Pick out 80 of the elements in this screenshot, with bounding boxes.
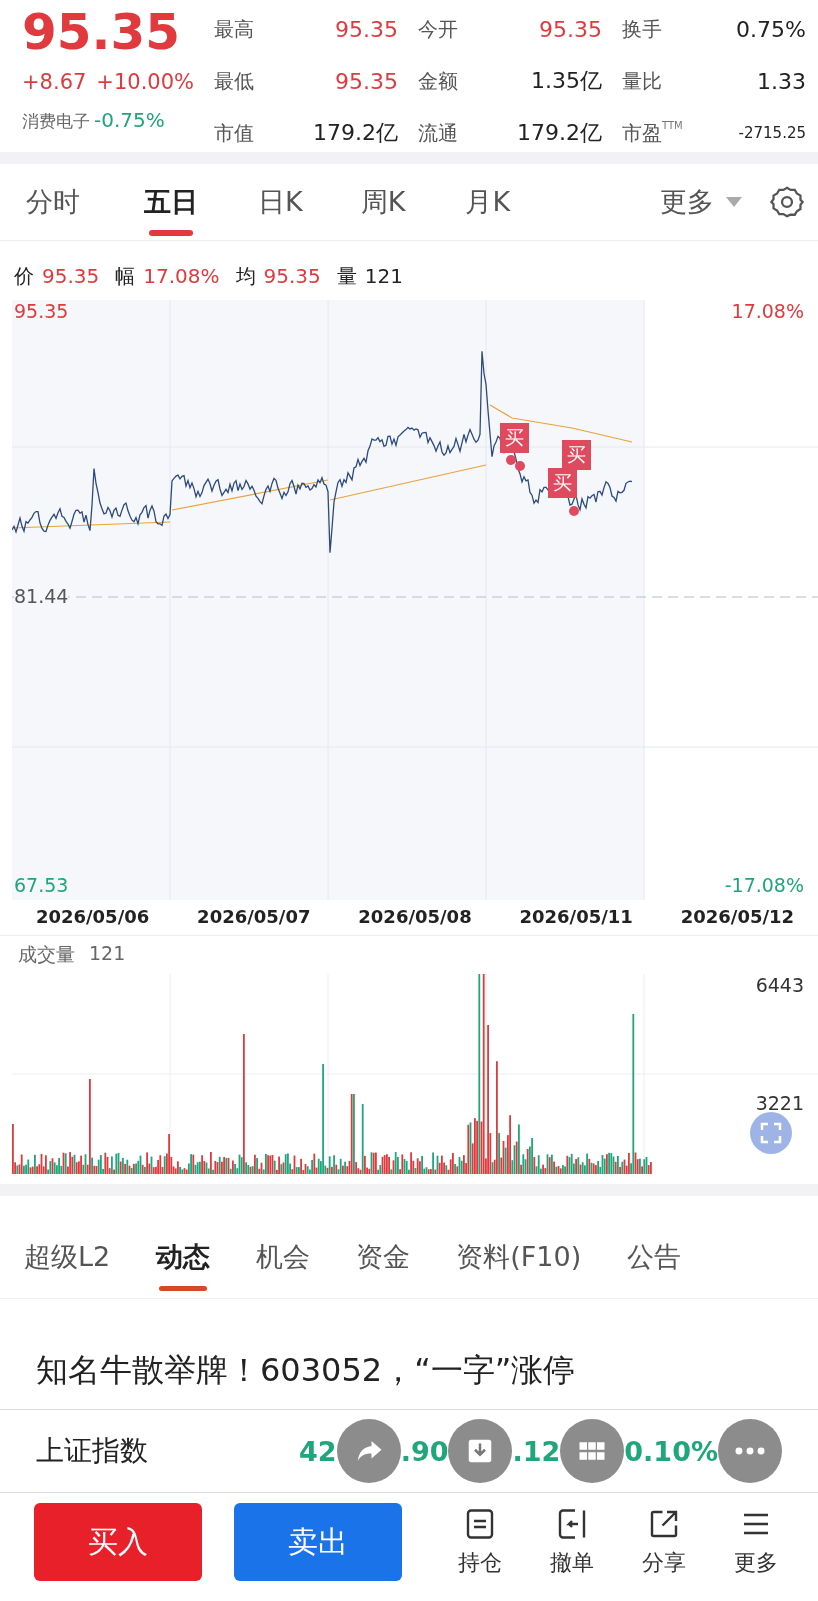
toolbar-item[interactable]: 撤单 xyxy=(526,1506,618,1578)
info-value: 121 xyxy=(364,264,403,288)
stat-label: 量比 xyxy=(622,67,662,95)
info-label: 均 xyxy=(235,263,256,290)
trade-point xyxy=(569,506,579,516)
buy-button[interactable]: 买入 xyxy=(34,1503,202,1581)
axis-label: 95.35 xyxy=(14,300,69,322)
index-value: 42 xyxy=(299,1435,337,1467)
stat-value: 1.35亿 xyxy=(531,67,602,95)
axis-label: 3221 xyxy=(755,1092,804,1114)
buy-marker[interactable]: 买 xyxy=(548,468,577,498)
settings-icon[interactable] xyxy=(770,185,804,219)
stat-label: 最高 xyxy=(214,15,254,43)
date-label: 2026/05/06 xyxy=(34,906,151,927)
info-value: 17.08% xyxy=(143,264,220,288)
section-tab[interactable]: 公告 xyxy=(627,1223,682,1291)
period-tab[interactable]: 五日 xyxy=(144,166,198,238)
section-tab[interactable]: 超级L2 xyxy=(24,1223,111,1291)
stat-label: 市值 xyxy=(214,119,254,147)
stat-value: -2715.25 xyxy=(738,124,806,142)
info-label: 幅 xyxy=(115,263,136,290)
period-tab[interactable]: 周K xyxy=(360,166,406,238)
price-change: +8.67 xyxy=(22,70,87,94)
more-icon xyxy=(735,1447,765,1455)
section-tab[interactable]: 资料(F10) xyxy=(456,1223,582,1291)
dropdown-caret-icon xyxy=(726,197,742,207)
stat-label: 最低 xyxy=(214,67,254,95)
trade-point xyxy=(506,455,516,465)
sector-change: -0.75% xyxy=(94,108,165,132)
stat-label: 金额 xyxy=(418,67,458,95)
stat-label: 流通 xyxy=(418,119,458,147)
date-label: 2026/05/07 xyxy=(196,906,312,927)
stat-value: 95.35 xyxy=(539,16,602,42)
index-name[interactable]: 上证指数 xyxy=(36,1432,148,1470)
index-value: .12 xyxy=(512,1435,561,1467)
axis-label: 17.08% xyxy=(731,300,804,322)
stock-price: 95.35 xyxy=(22,4,182,60)
stat-superscript: TTM xyxy=(662,119,683,131)
buy-marker[interactable]: 买 xyxy=(562,440,591,470)
sell-button[interactable]: 卖出 xyxy=(234,1503,402,1581)
stat-label: 今开 xyxy=(418,15,458,43)
more-tab[interactable]: 更多 xyxy=(660,184,742,220)
change-percent: +10.00% xyxy=(96,70,195,94)
period-tab[interactable]: 分时 xyxy=(26,166,80,238)
axis-label: 67.53 xyxy=(14,874,69,896)
index-value: .90 xyxy=(400,1435,449,1467)
stat-value: 1.33 xyxy=(757,68,806,94)
info-label: 量 xyxy=(336,263,357,290)
trade-point xyxy=(515,461,525,471)
buy-marker[interactable]: 买 xyxy=(500,423,529,453)
section-tab[interactable]: 机会 xyxy=(256,1223,311,1291)
info-value: 95.35 xyxy=(263,264,321,288)
stat-label: 市盈 xyxy=(622,119,662,147)
axis-label: -17.08% xyxy=(724,874,804,896)
section-tab[interactable]: 动态 xyxy=(156,1223,211,1291)
toolbar-item[interactable]: 持仓 xyxy=(434,1506,526,1578)
stat-value: 95.35 xyxy=(335,68,398,94)
stat-value: 95.35 xyxy=(335,16,398,42)
expand-button[interactable] xyxy=(750,1112,792,1154)
date-label: 2026/05/12 xyxy=(679,906,796,927)
section-tab[interactable]: 资金 xyxy=(356,1223,411,1291)
date-label: 2026/05/08 xyxy=(357,906,473,927)
period-tab[interactable]: 月K xyxy=(465,166,511,238)
period-tab[interactable]: 日K xyxy=(258,166,303,238)
index-value: 0.10% xyxy=(624,1435,718,1467)
stat-value: 0.75% xyxy=(736,16,806,42)
stat-value: 179.2亿 xyxy=(313,119,398,147)
info-label: 价 xyxy=(14,263,34,290)
info-value: 95.35 xyxy=(42,264,100,288)
toolbar-item[interactable]: 分享 xyxy=(618,1506,710,1578)
toolbar-item[interactable]: 更多 xyxy=(710,1506,802,1578)
stat-label: 换手 xyxy=(622,15,662,43)
expand-icon xyxy=(759,1121,783,1145)
date-label: 2026/05/11 xyxy=(518,906,634,927)
stat-value: 179.2亿 xyxy=(517,119,602,147)
sector-name[interactable]: 消费电子 xyxy=(22,110,90,133)
news-headline[interactable]: 知名牛散举牌！603052，“一字”涨停 xyxy=(0,1299,818,1410)
volume-value: 121 xyxy=(89,942,126,966)
volume-title: 成交量 xyxy=(18,942,75,967)
axis-label: 6443 xyxy=(755,974,804,996)
